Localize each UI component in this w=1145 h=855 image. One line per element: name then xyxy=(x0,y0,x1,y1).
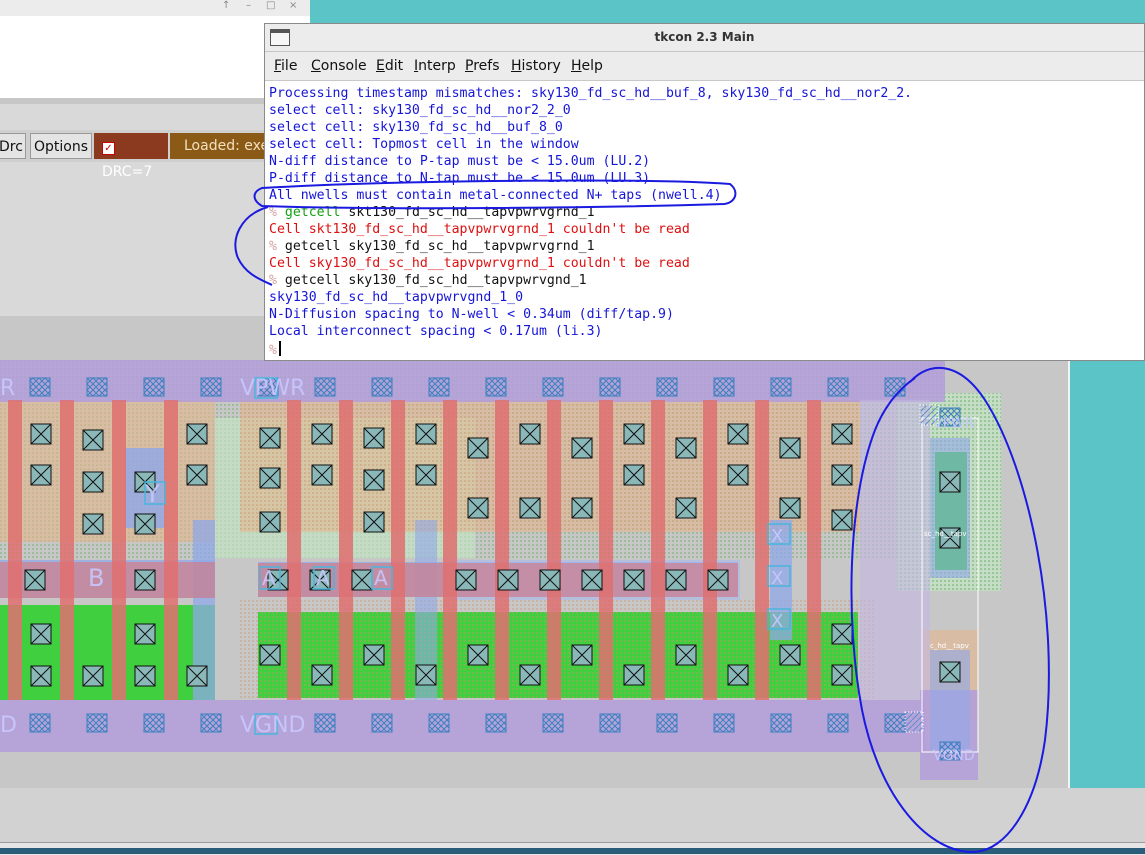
magic-minimize-icon[interactable]: – xyxy=(246,0,251,11)
tap-vpwr-label: VPWR xyxy=(933,416,975,432)
console-line: % getcell sky130_fd_sc_hd__tapvpwrvgrnd_… xyxy=(269,239,595,254)
tkcon-menubar: File Console Edit Interp Prefs History H… xyxy=(265,52,1144,81)
vgnd-label: VGND xyxy=(240,713,306,738)
menu-console[interactable]: Console xyxy=(311,58,367,74)
a-port-label-3: A xyxy=(374,566,388,590)
layout-canvas[interactable]: VPWR VGND R D Y B A A A X X X VPWR VGND … xyxy=(0,316,1070,790)
b-port-label: B xyxy=(88,564,104,592)
console-line: P-diff distance to N-tap must be < 15.0u… xyxy=(269,171,651,186)
console-line: select cell: sky130_fd_sc_hd__buf_8_0 xyxy=(269,120,563,135)
drc-checkbox-icon[interactable]: ✓ xyxy=(102,142,115,155)
x-port-label-3: X xyxy=(771,611,783,632)
layout-margin xyxy=(0,788,1145,842)
console-line: select cell: sky130_fd_sc_hd__nor2_2_0 xyxy=(269,103,571,118)
tkcon-title: tkcon 2.3 Main xyxy=(654,30,755,44)
drc-button[interactable]: Drc xyxy=(0,133,26,159)
menu-help[interactable]: Help xyxy=(571,58,603,74)
vgnd-label-left: D xyxy=(0,713,17,738)
vpwr-label-left: R xyxy=(0,376,15,401)
loaded-status: Loaded: exe xyxy=(170,133,268,159)
console-line: Processing timestamp mismatches: sky130_… xyxy=(269,86,913,101)
tkcon-titlebar[interactable]: tkcon 2.3 Main xyxy=(265,24,1144,52)
console-line: Local interconnect spacing < 0.17um (li.… xyxy=(269,324,603,339)
console-line: All nwells must contain metal-connected … xyxy=(269,188,722,203)
layout-svg: VPWR VGND R D Y B A A A X X X VPWR VGND … xyxy=(0,360,1001,780)
console-line: N-Diffusion spacing to N-well < 0.34um (… xyxy=(269,307,674,322)
vpwr-label: VPWR xyxy=(240,376,305,401)
tap-cell-label-bot: c_hd__tapv xyxy=(930,642,969,650)
text-cursor xyxy=(278,341,281,356)
console-line: % getcell sky130_fd_sc_hd__tapvpwrvgnd_1 xyxy=(269,273,587,288)
console-line: sky130_fd_sc_hd__tapvpwrvgnd_1_0 xyxy=(269,290,524,305)
magic-up-icon[interactable]: ↑ xyxy=(222,0,230,11)
x-port-label-1: X xyxy=(771,526,783,547)
x-port-label-2: X xyxy=(771,568,783,589)
menu-interp[interactable]: Interp xyxy=(414,58,456,74)
console-line: Cell sky130_fd_sc_hd__tapvpwrvgrnd_1 cou… xyxy=(269,256,690,271)
magic-maximize-icon[interactable]: □ xyxy=(266,0,275,11)
console-line: Cell skt130_fd_sc_hd__tapvpwrvgrnd_1 cou… xyxy=(269,222,690,237)
a-port-label-1: A xyxy=(262,566,276,590)
menu-prefs[interactable]: Prefs xyxy=(465,58,500,74)
menu-edit[interactable]: Edit xyxy=(376,58,403,74)
console-output[interactable]: Processing timestamp mismatches: sky130_… xyxy=(269,86,1139,358)
magic-close-icon[interactable]: × xyxy=(289,0,297,11)
magic-titlebar: ↑ – □ × xyxy=(0,0,310,17)
options-button[interactable]: Options xyxy=(30,133,92,159)
tkcon-window: tkcon 2.3 Main File Console Edit Interp … xyxy=(264,23,1145,361)
drc-count-label: DRC=7 xyxy=(102,164,153,180)
console-line: N-diff distance to P-tap must be < 15.0u… xyxy=(269,154,651,169)
tap-vgnd-label: VGND xyxy=(933,748,975,764)
a-port-label-2: A xyxy=(316,566,330,590)
menu-file[interactable]: File xyxy=(274,58,297,74)
tap-cell-label-top: sc_hd__tapv xyxy=(924,530,967,538)
console-prompt-line[interactable]: % xyxy=(269,341,281,358)
console-line: select cell: Topmost cell in the window xyxy=(269,137,579,152)
console-line: % getcell skt130_fd_sc_hd__tapvpwrvgrnd_… xyxy=(269,205,595,220)
menu-history[interactable]: History xyxy=(511,58,561,74)
y-port-label: Y xyxy=(144,480,160,508)
drc-count-toggle[interactable]: ✓ DRC=7 xyxy=(94,133,168,180)
bottom-bar-accent xyxy=(0,848,1145,854)
